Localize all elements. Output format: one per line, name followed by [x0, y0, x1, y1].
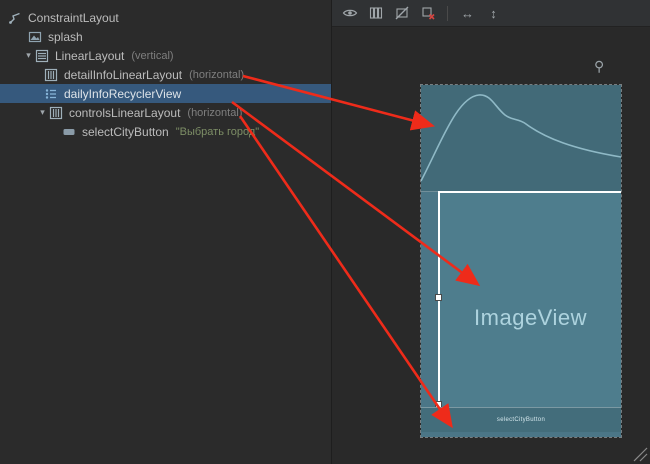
tree-item-dailyinforecyclerview[interactable]: dailyInfoRecyclerView	[0, 84, 331, 103]
tree-item-string-value: "Выбрать город"	[176, 126, 259, 138]
linear-layout-vertical-icon	[35, 49, 49, 63]
design-toolbar: ↔ ↕	[332, 0, 650, 27]
select-city-button-preview[interactable]: selectCityButton	[421, 407, 621, 432]
tree-item-controlslinearlayout[interactable]: ▾ controlsLinearLayout (horizontal)	[0, 103, 331, 122]
tree-item-label: selectCityButton	[82, 125, 169, 139]
hide-decorations-icon[interactable]	[393, 5, 410, 22]
chevron-down-icon[interactable]: ▾	[36, 107, 49, 118]
tree-item-detailinfolinearlayout[interactable]: detailInfoLinearLayout (horizontal)	[0, 65, 331, 84]
chevron-down-icon[interactable]: ▾	[22, 50, 35, 61]
design-panel: ↔ ↕ ⚲ ImageView selectCityButton	[331, 0, 650, 464]
pan-vertical-icon[interactable]: ↕	[485, 5, 502, 22]
constraint-layout-icon	[8, 11, 22, 25]
eye-icon[interactable]	[341, 5, 358, 22]
tree-item-constraintlayout[interactable]: ConstraintLayout	[0, 8, 331, 27]
tree-item-label: dailyInfoRecyclerView	[64, 87, 181, 101]
tree-item-label: controlsLinearLayout	[69, 106, 180, 120]
imageview-label[interactable]: ImageView	[440, 305, 621, 331]
detail-info-header-preview[interactable]	[421, 85, 621, 192]
tree-item-meta: (horizontal)	[187, 107, 242, 119]
tree-item-selectcitybutton[interactable]: selectCityButton "Выбрать город"	[0, 122, 331, 141]
design-preview[interactable]: ImageView selectCityButton	[421, 85, 621, 437]
tree-item-label: LinearLayout	[55, 49, 124, 63]
tree-item-meta: (vertical)	[131, 50, 173, 62]
linear-layout-horizontal-icon	[44, 68, 58, 82]
select-city-button-label: selectCityButton	[497, 417, 545, 423]
recycler-view-icon	[44, 87, 58, 101]
tree-item-splash[interactable]: splash	[0, 27, 331, 46]
render-errors-icon[interactable]	[419, 5, 436, 22]
chart-curve	[421, 85, 621, 191]
tree-item-label: ConstraintLayout	[28, 11, 119, 25]
button-icon	[62, 125, 76, 139]
resize-grip-icon[interactable]	[633, 447, 648, 462]
resize-handle[interactable]	[435, 294, 442, 301]
image-view-icon	[28, 30, 42, 44]
tree-item-label: splash	[48, 30, 83, 44]
component-tree-panel: ConstraintLayout splash ▾ LinearLayout (…	[0, 0, 331, 464]
design-canvas[interactable]: ⚲ ImageView selectCityButton	[332, 28, 650, 464]
selected-view-outline[interactable]: ImageView	[438, 191, 621, 407]
wrench-icon[interactable]: ⚲	[594, 59, 604, 73]
linear-layout-horizontal-icon	[49, 106, 63, 120]
columns-icon[interactable]	[367, 5, 384, 22]
tree-item-label: detailInfoLinearLayout	[64, 68, 182, 82]
toolbar-separator	[447, 6, 448, 21]
pan-horizontal-icon[interactable]: ↔	[459, 5, 476, 22]
tree-item-meta: (horizontal)	[189, 69, 244, 81]
tree-item-linearlayout[interactable]: ▾ LinearLayout (vertical)	[0, 46, 331, 65]
